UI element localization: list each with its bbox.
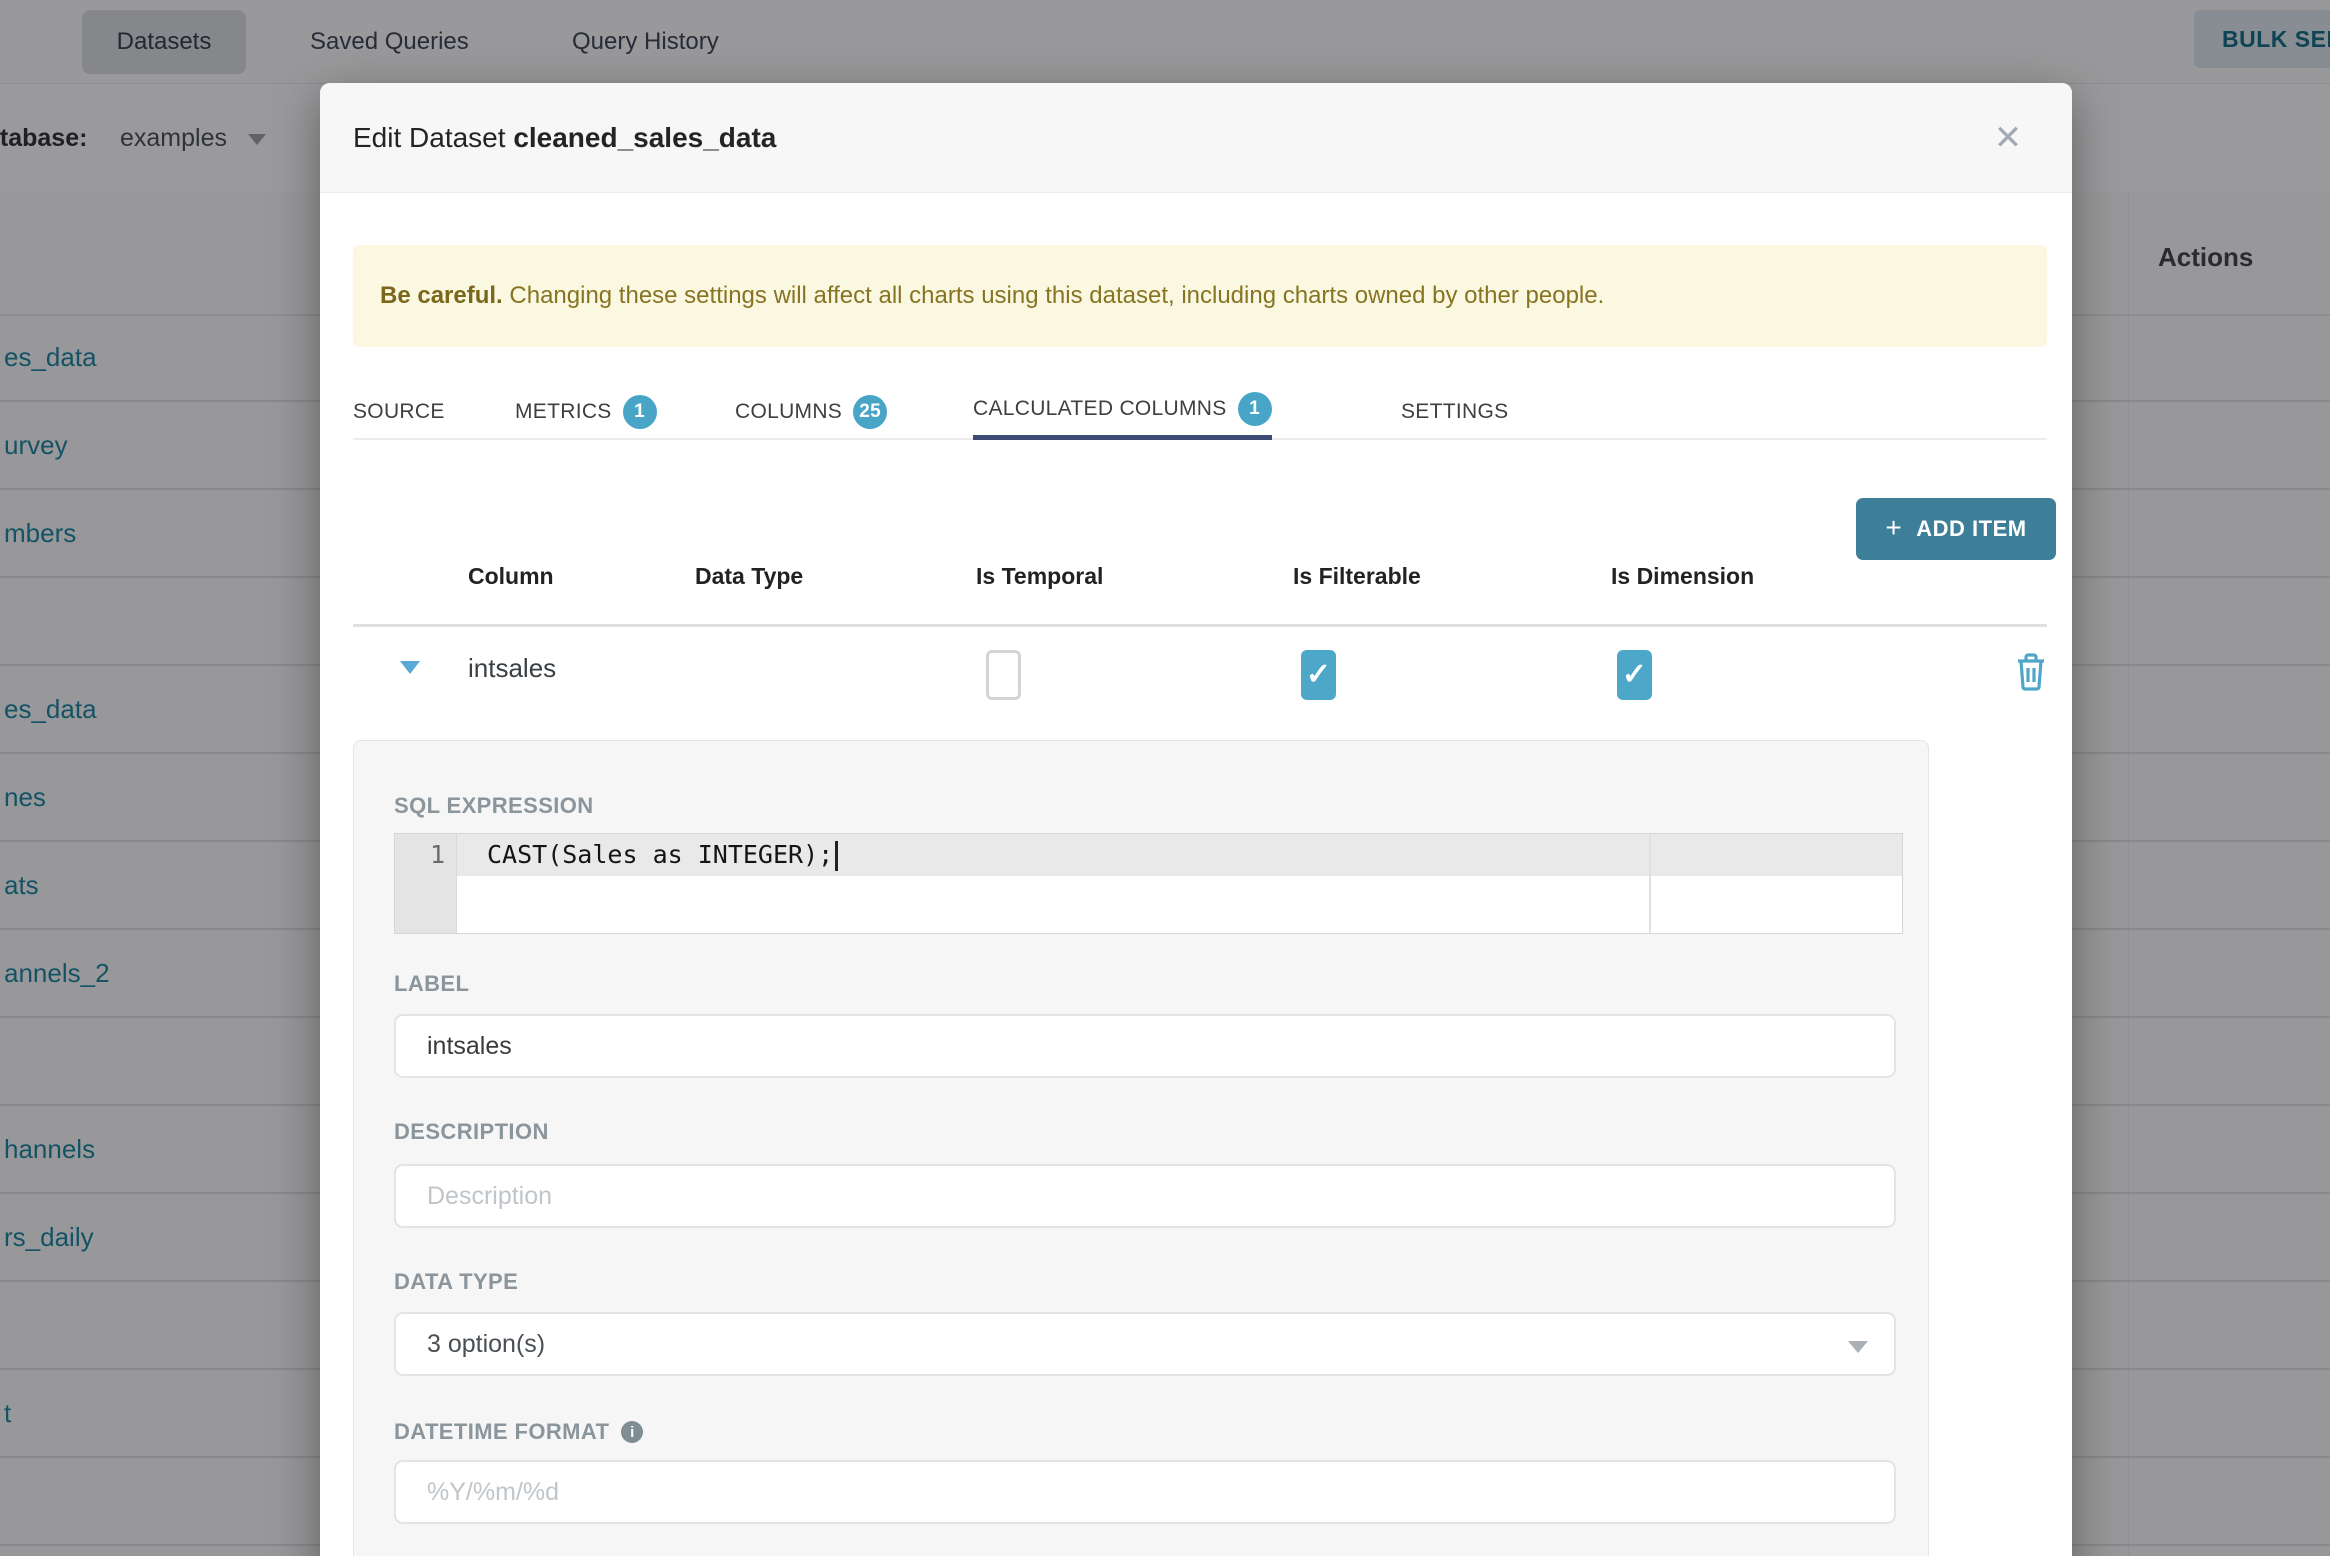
description-field-label: DESCRIPTION bbox=[394, 1119, 549, 1144]
label-field-label: LABEL bbox=[394, 971, 470, 996]
datetime-format-input[interactable]: %Y/%m/%d bbox=[394, 1460, 1896, 1524]
checkmark-icon: ✓ bbox=[1621, 658, 1648, 691]
tab-metrics[interactable]: METRICS 1 bbox=[515, 383, 657, 440]
sql-code[interactable]: CAST(Sales as INTEGER); bbox=[487, 834, 839, 876]
calculated-column-editor-panel: SQL EXPRESSION 1 CAST(Sales as INTEGER);… bbox=[353, 740, 1929, 1556]
text-cursor bbox=[835, 841, 839, 871]
grid-header-is-filterable: Is Filterable bbox=[1293, 563, 1421, 589]
tab-calculated-columns[interactable]: CALCULATED COLUMNS 1 bbox=[973, 383, 1272, 440]
screen: es Datasets Saved Queries Query History … bbox=[0, 0, 2330, 1556]
info-icon[interactable]: i bbox=[621, 1421, 644, 1443]
tab-columns[interactable]: COLUMNS 25 bbox=[735, 383, 888, 440]
data-type-field-label: DATA TYPE bbox=[394, 1269, 519, 1294]
plus-icon: + bbox=[1885, 512, 1903, 543]
grid-header-divider bbox=[353, 624, 2047, 627]
sql-expression-label: SQL EXPRESSION bbox=[394, 793, 594, 818]
tab-settings[interactable]: SETTINGS bbox=[1401, 383, 1508, 440]
grid-header-is-temporal: Is Temporal bbox=[976, 563, 1104, 589]
add-item-button[interactable]: + ADD ITEM bbox=[1856, 498, 2056, 560]
close-icon[interactable]: ✕ bbox=[1986, 116, 2030, 160]
warning-text: Changing these settings will affect all … bbox=[502, 282, 1605, 309]
calculated-column-name: intsales bbox=[468, 653, 557, 683]
warning-bold-text: Be careful. bbox=[380, 282, 503, 309]
is-dimension-checkbox[interactable]: ✓ bbox=[1617, 650, 1652, 700]
grid-header-data-type: Data Type bbox=[695, 563, 804, 589]
is-filterable-checkbox[interactable]: ✓ bbox=[1301, 650, 1336, 700]
label-input[interactable]: intsales bbox=[394, 1014, 1896, 1078]
expand-row-caret-icon[interactable] bbox=[400, 661, 420, 674]
sql-expression-editor[interactable]: 1 CAST(Sales as INTEGER); bbox=[394, 833, 1903, 934]
datetime-format-field-label: DATETIME FORMAT i bbox=[394, 1419, 644, 1445]
edit-dataset-modal: Edit Dataset cleaned_sales_data ✕ Be car… bbox=[320, 83, 2072, 1556]
data-type-select[interactable]: 3 option(s) bbox=[394, 1312, 1896, 1376]
columns-count-badge: 25 bbox=[853, 394, 888, 429]
tab-source[interactable]: SOURCE bbox=[353, 383, 445, 440]
modal-tab-bar: SOURCE METRICS 1 COLUMNS 25 CALCULATED COL… bbox=[353, 383, 2047, 440]
warning-banner: Be careful. Changing these settings will… bbox=[353, 245, 2047, 347]
dataset-name: cleaned_sales_data bbox=[513, 122, 777, 153]
metrics-count-badge: 1 bbox=[622, 394, 657, 429]
description-input[interactable]: Description bbox=[394, 1164, 1896, 1228]
grid-header-is-dimension: Is Dimension bbox=[1611, 563, 1755, 589]
select-caret-icon bbox=[1848, 1341, 1868, 1353]
modal-header: Edit Dataset cleaned_sales_data ✕ bbox=[320, 83, 2072, 193]
checkmark-icon: ✓ bbox=[1305, 658, 1332, 691]
calculated-columns-count-badge: 1 bbox=[1237, 392, 1272, 426]
editor-print-margin bbox=[1649, 834, 1651, 933]
is-temporal-checkbox[interactable] bbox=[986, 650, 1021, 700]
editor-line-number: 1 bbox=[429, 840, 445, 869]
grid-header-column: Column bbox=[468, 563, 554, 589]
modal-title: Edit Dataset cleaned_sales_data bbox=[353, 122, 777, 153]
trash-icon[interactable] bbox=[2014, 651, 2048, 696]
